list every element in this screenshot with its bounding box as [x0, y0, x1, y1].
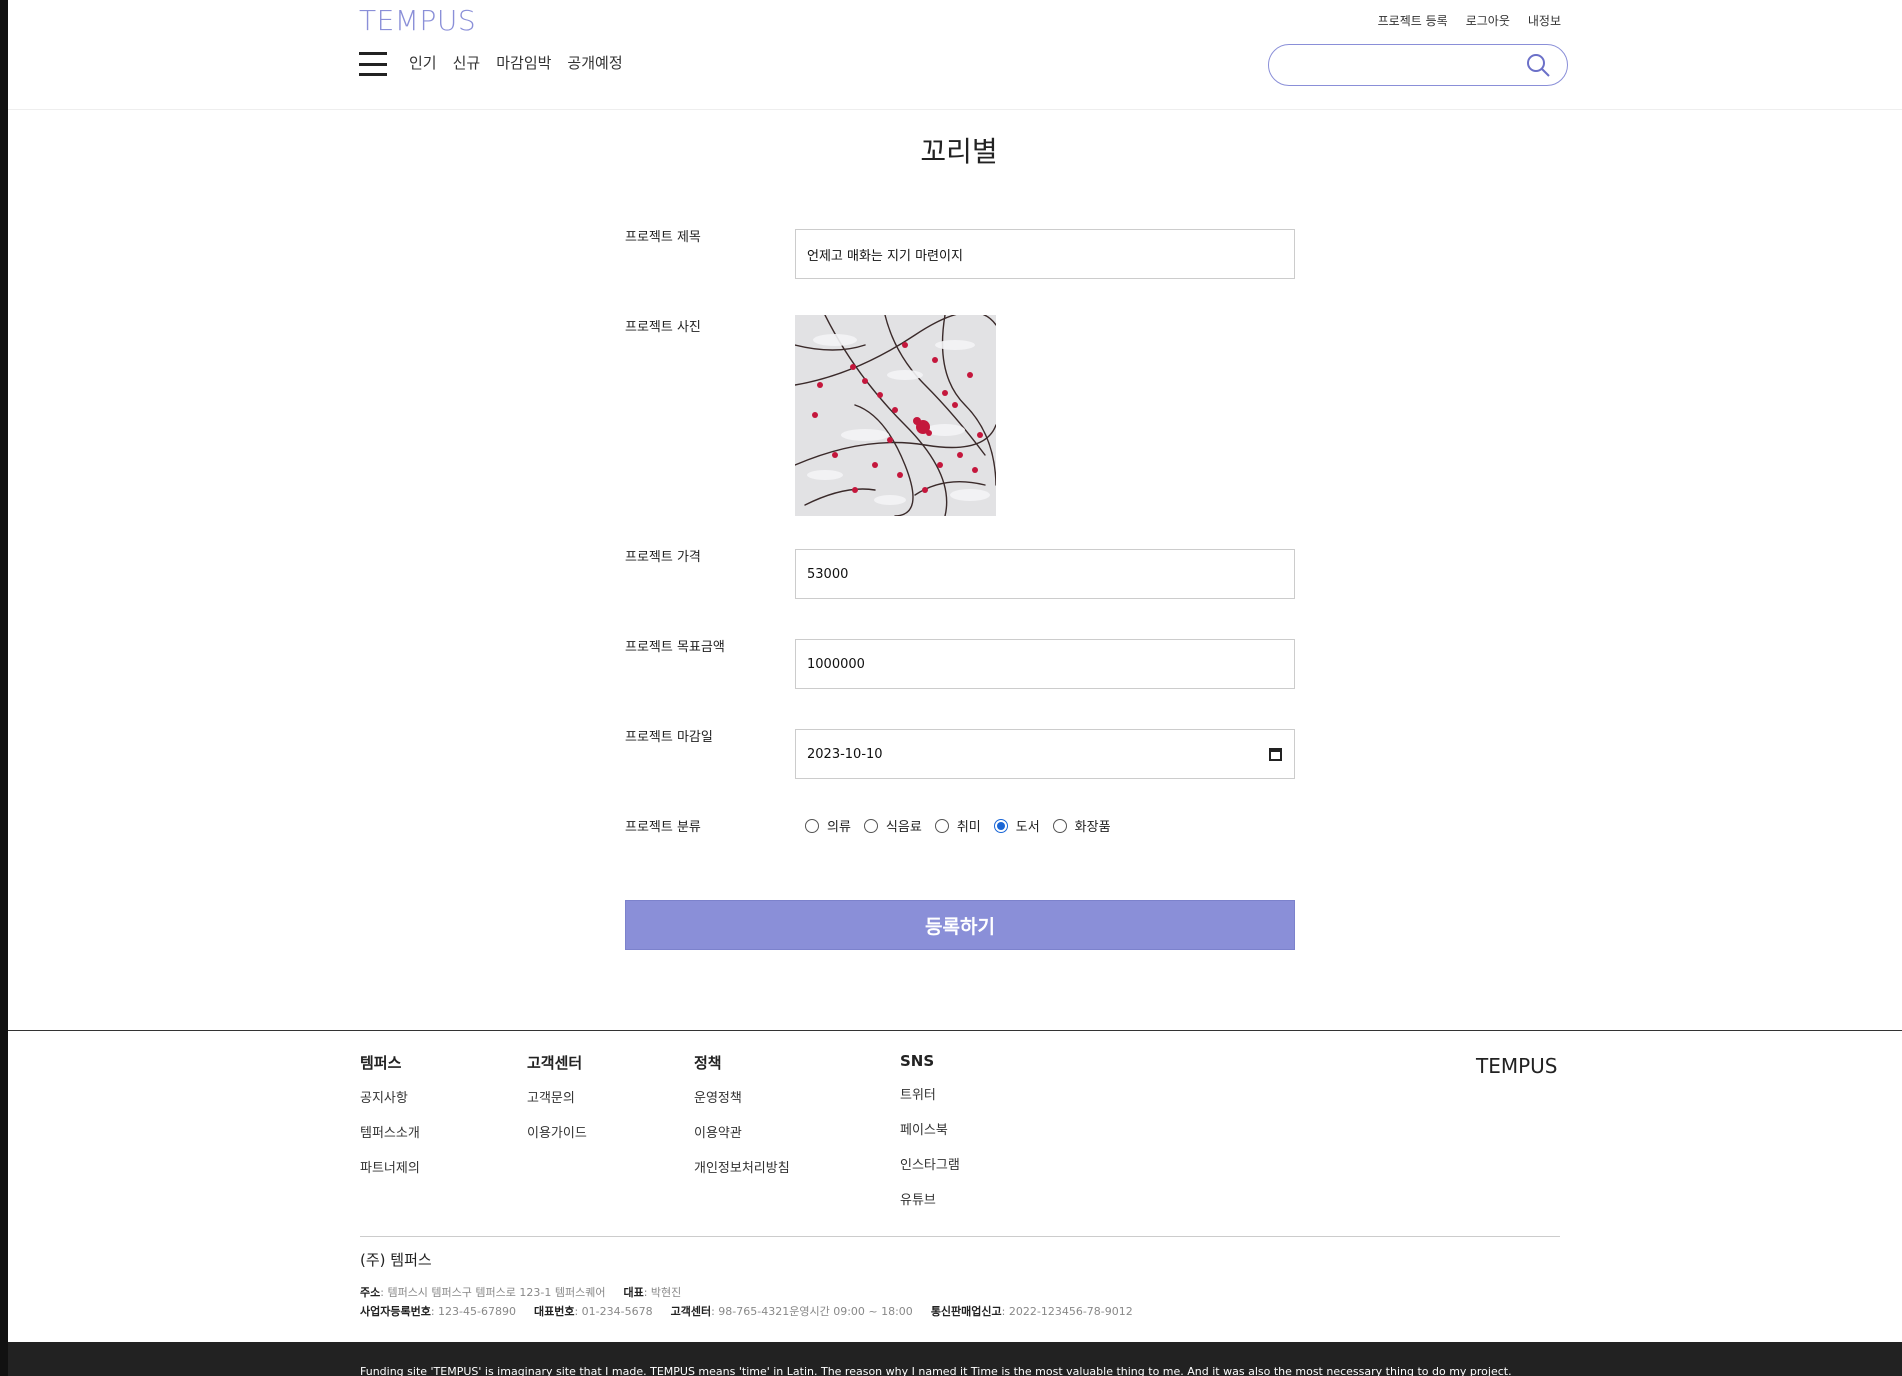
company-info-line-1: 주소: 템퍼스시 템퍼스구 템퍼스로 123-1 템퍼스퀘어 대표: 박현진	[360, 1286, 682, 1299]
search-box	[1268, 44, 1568, 86]
footer-link-twitter[interactable]: 트위터	[900, 1084, 960, 1103]
price-input[interactable]	[796, 550, 1294, 598]
radio-button[interactable]	[934, 818, 949, 833]
site-header: TEMPUS 프로젝트 등록 로그아웃 내정보 인기 신규 마감임박 공개예정	[8, 0, 1902, 110]
calendar-icon[interactable]	[1269, 748, 1282, 761]
bottom-bar: Funding site 'TEMPUS' is imaginary site …	[8, 1342, 1902, 1376]
price-label: 프로젝트 가격	[625, 550, 701, 565]
submit-button[interactable]: 등록하기	[625, 900, 1295, 950]
footer-link-about[interactable]: 템퍼스소개	[360, 1122, 420, 1141]
search-icon[interactable]	[1525, 52, 1551, 78]
category-option-hobby[interactable]: 취미	[934, 816, 981, 835]
footer-link-partner[interactable]: 파트너제의	[360, 1157, 420, 1176]
left-edge-strip	[0, 0, 8, 1376]
radio-button[interactable]	[863, 818, 878, 833]
logout-link[interactable]: 로그아웃	[1466, 12, 1510, 29]
nav-item-new[interactable]: 신규	[453, 52, 481, 73]
footer-link-privacy[interactable]: 개인정보처리방침	[694, 1157, 790, 1176]
title-field-box	[795, 229, 1295, 279]
footer-link-guide[interactable]: 이용가이드	[527, 1122, 587, 1141]
radio-button[interactable]	[805, 818, 819, 833]
my-info-link[interactable]: 내정보	[1528, 12, 1561, 29]
deadline-label: 프로젝트 마감일	[625, 730, 713, 745]
hamburger-menu-icon[interactable]	[359, 52, 387, 76]
footer-column-title: 템퍼스	[360, 1054, 402, 1072]
footer-link-operation-policy[interactable]: 운영정책	[694, 1087, 790, 1106]
footer-column-tempus: 템퍼스 공지사항 템퍼스소개 파트너제의	[360, 1052, 420, 1192]
footer-rule	[360, 1236, 1560, 1237]
radio-button-checked[interactable]	[993, 818, 1008, 833]
footer-column-support: 고객센터 고객문의 이용가이드	[527, 1052, 587, 1157]
footer-column-sns: SNS 트위터 페이스북 인스타그램 유튜브	[900, 1052, 960, 1224]
footer-column-title: 고객센터	[527, 1054, 583, 1072]
radio-button[interactable]	[1052, 818, 1067, 833]
title-label: 프로젝트 제목	[625, 230, 701, 245]
footer-logo[interactable]: TEMPUS	[1476, 1054, 1558, 1078]
company-name: (주) 템퍼스	[360, 1251, 432, 1269]
site-description: Funding site 'TEMPUS' is imaginary site …	[360, 1365, 1512, 1376]
footer-link-youtube[interactable]: 유튜브	[900, 1189, 960, 1208]
footer-link-notice[interactable]: 공지사항	[360, 1087, 420, 1106]
category-option-food[interactable]: 식음료	[863, 816, 922, 835]
goal-field-box	[795, 639, 1295, 689]
category-option-cosmetics[interactable]: 화장품	[1052, 816, 1111, 835]
deadline-input[interactable]	[796, 730, 1294, 778]
category-option-books[interactable]: 도서	[993, 816, 1040, 835]
project-photo[interactable]	[795, 315, 996, 516]
footer-link-terms[interactable]: 이용약관	[694, 1122, 790, 1141]
footer-link-instagram[interactable]: 인스타그램	[900, 1154, 960, 1173]
title-input[interactable]	[796, 230, 1294, 278]
company-info-line-2: 사업자등록번호: 123-45-67890 대표번호: 01-234-5678 고객…	[360, 1305, 1133, 1318]
photo-label: 프로젝트 사진	[625, 320, 701, 335]
price-field-box	[795, 549, 1295, 599]
utility-links: 프로젝트 등록 로그아웃 내정보	[1378, 12, 1561, 29]
search-input[interactable]	[1285, 53, 1525, 77]
footer-link-inquiry[interactable]: 고객문의	[527, 1087, 587, 1106]
register-project-link[interactable]: 프로젝트 등록	[1378, 12, 1448, 29]
main-nav: 인기 신규 마감임박 공개예정	[409, 52, 623, 73]
goal-input[interactable]	[796, 640, 1294, 688]
site-logo[interactable]: TEMPUS	[359, 4, 476, 37]
nav-item-closing-soon[interactable]: 마감임박	[496, 52, 551, 73]
nav-item-coming-soon[interactable]: 공개예정	[567, 52, 622, 73]
category-option-clothing[interactable]: 의류	[805, 816, 851, 835]
footer-column-title: SNS	[900, 1052, 935, 1070]
footer-column-policy: 정책 운영정책 이용약관 개인정보처리방침	[694, 1052, 790, 1192]
footer-column-title: 정책	[694, 1054, 722, 1072]
category-label: 프로젝트 분류	[625, 820, 701, 835]
deadline-field-box	[795, 729, 1295, 779]
nav-item-popular[interactable]: 인기	[409, 52, 437, 73]
footer-link-facebook[interactable]: 페이스북	[900, 1119, 960, 1138]
page-title: 꼬리별	[920, 135, 998, 168]
category-radio-group: 의류 식음료 취미 도서 화장품	[805, 816, 1124, 835]
footer-divider	[8, 1030, 1902, 1031]
goal-label: 프로젝트 목표금액	[625, 640, 725, 655]
